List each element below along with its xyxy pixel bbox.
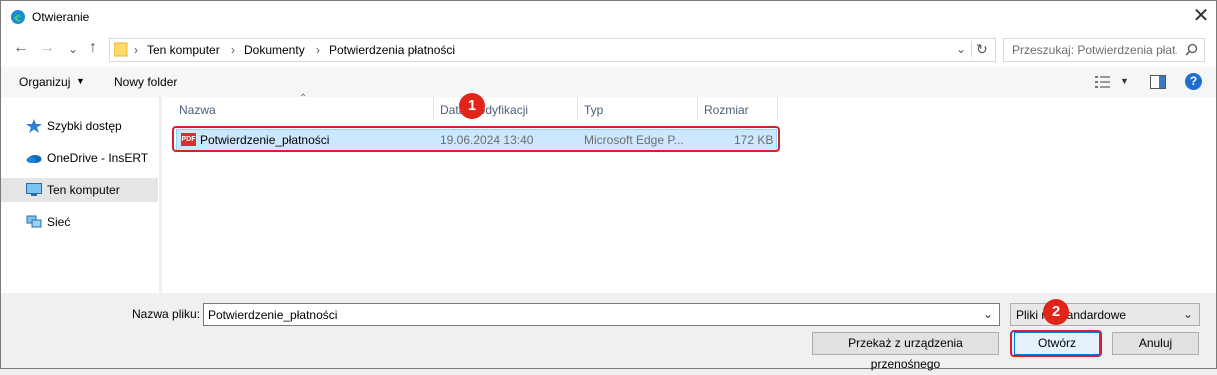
edge-icon <box>11 10 25 24</box>
address-divider <box>971 41 972 57</box>
organize-button[interactable]: Organizuj <box>19 75 70 89</box>
preview-pane-icon[interactable] <box>1150 75 1166 89</box>
column-separator[interactable] <box>777 97 778 121</box>
column-separator[interactable] <box>697 97 698 121</box>
cloud-icon <box>26 155 42 163</box>
view-chevron-icon[interactable]: ▼ <box>1120 76 1129 86</box>
open-button-highlight-frame <box>1010 330 1102 357</box>
sidebar-item-label: Sieć <box>47 215 71 229</box>
cancel-button[interactable]: Anuluj <box>1112 332 1199 355</box>
filename-value: Potwierdzenie_płatności <box>208 308 338 322</box>
open-dialog: Otwieranie ✕ ← → ⌄ ↑ › Ten komputer › Do… <box>0 0 1217 371</box>
filetype-dropdown-icon[interactable]: ⌄ <box>1183 307 1193 321</box>
column-separator[interactable] <box>577 97 578 121</box>
view-options-icon[interactable] <box>1095 76 1111 88</box>
sidebar-item-label: Szybki dostęp <box>47 119 122 133</box>
sidebar-item-this-pc[interactable]: Ten komputer <box>1 178 158 202</box>
sort-ascending-icon: ⌃ <box>299 93 308 104</box>
window-title: Otwieranie <box>32 10 90 24</box>
new-folder-button[interactable]: Nowy folder <box>114 75 177 89</box>
step-badge-1: 1 <box>459 93 485 119</box>
network-icon <box>26 215 42 228</box>
organize-chevron-icon[interactable]: ▼ <box>76 76 85 86</box>
title-bar: Otwieranie ✕ <box>1 1 1216 32</box>
step-badge-2: 2 <box>1043 299 1069 325</box>
sidebar-item-onedrive[interactable]: OneDrive - InsERT <box>1 146 158 170</box>
filename-label: Nazwa pliku: <box>132 307 201 321</box>
refresh-icon[interactable]: ↻ <box>976 41 988 58</box>
breadcrumb-ten-komputer[interactable]: Ten komputer <box>147 43 220 57</box>
toolbar: Organizuj ▼ Nowy folder ▼ ? <box>1 67 1216 97</box>
breadcrumb-chevron-icon: › <box>316 43 320 57</box>
breadcrumb-potwierdzenia[interactable]: Potwierdzenia płatności <box>329 43 455 57</box>
transfer-device-button[interactable]: Przekaż z urządzenia przenośnego <box>812 332 999 371</box>
filetype-value: Pliki niestandardowe <box>1016 308 1127 322</box>
sidebar-item-quick-access[interactable]: Szybki dostęp <box>1 114 158 138</box>
help-icon[interactable]: ? <box>1185 73 1202 90</box>
folder-icon <box>114 42 128 57</box>
breadcrumb-chevron-icon: › <box>231 43 235 57</box>
column-separator[interactable] <box>433 97 434 121</box>
sidebar-item-network[interactable]: Sieć <box>1 210 158 234</box>
navigation-pane: Szybki dostęp OneDrive - InsERT Ten komp… <box>1 97 158 293</box>
close-button[interactable]: ✕ <box>1189 4 1213 28</box>
filetype-select[interactable]: Pliki niestandardowe ⌄ <box>1010 303 1200 326</box>
column-header-name[interactable]: Nazwa <box>179 103 216 117</box>
back-icon[interactable]: ← <box>13 39 29 57</box>
computer-icon <box>26 183 42 196</box>
breadcrumb-dokumenty[interactable]: Dokumenty <box>244 43 305 57</box>
column-header-size[interactable]: Rozmiar <box>704 103 749 117</box>
row-highlight-frame <box>172 126 780 152</box>
address-bar[interactable]: › Ten komputer › Dokumenty › Potwierdzen… <box>109 38 996 62</box>
star-icon <box>26 119 42 133</box>
search-box[interactable]: Przeszukaj: Potwierdzenia płat... <box>1003 38 1205 62</box>
breadcrumb-chevron-icon: › <box>134 43 138 57</box>
search-icon[interactable] <box>1185 43 1198 56</box>
filename-dropdown-icon[interactable]: ⌄ <box>983 307 993 321</box>
address-dropdown-icon[interactable]: ⌄ <box>956 42 966 56</box>
recent-locations-icon[interactable]: ⌄ <box>68 42 78 56</box>
filename-field[interactable]: Potwierdzenie_płatności ⌄ <box>203 303 1000 326</box>
forward-icon[interactable]: → <box>39 39 55 57</box>
dialog-footer: Nazwa pliku: Potwierdzenie_płatności ⌄ P… <box>1 293 1216 371</box>
up-icon[interactable]: ↑ <box>89 39 97 57</box>
column-header-type[interactable]: Typ <box>584 103 603 117</box>
search-placeholder: Przeszukaj: Potwierdzenia płat... <box>1012 43 1177 57</box>
sidebar-item-label: OneDrive - InsERT <box>47 151 149 165</box>
sidebar-item-label: Ten komputer <box>47 183 120 197</box>
file-list: ⌃ Nazwa Data modyfikacji Typ Rozmiar PDF… <box>162 93 1216 293</box>
